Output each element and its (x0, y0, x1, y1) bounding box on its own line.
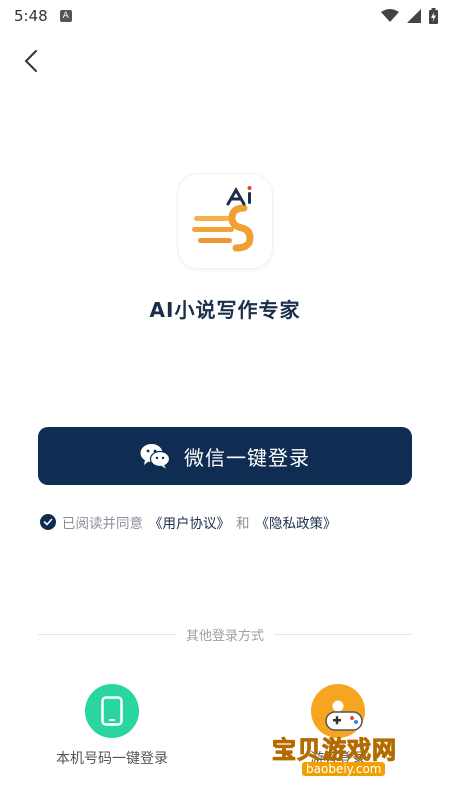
status-bar: 5:48 A (0, 0, 450, 32)
watermark-text: 宝贝游戏网 (272, 736, 397, 765)
wifi-icon (381, 9, 399, 22)
agreement-checkbox[interactable] (40, 514, 56, 530)
signal-icon (407, 9, 421, 23)
divider-line-right (274, 633, 413, 635)
battery-icon (429, 8, 438, 24)
watermark: 宝贝游戏网 baobeiy.com (272, 711, 422, 790)
wechat-login-button[interactable]: 微信一键登录 (38, 427, 412, 485)
watermark-url: baobeiy.com (302, 762, 386, 776)
status-time: 5:48 (14, 7, 48, 25)
status-left: 5:48 A (14, 7, 72, 25)
status-icons (381, 8, 438, 24)
privacy-policy-link[interactable]: 《隐私政策》 (256, 512, 337, 532)
divider-line-left (38, 633, 176, 635)
app-title: AI小说写作专家 (149, 298, 301, 322)
other-login-label: 其他登录方式 (186, 628, 265, 644)
chevron-left-icon (24, 50, 37, 72)
check-icon (43, 518, 53, 526)
notification-a-icon: A (59, 10, 72, 22)
phone-login-label: 本机号码一键登录 (56, 751, 168, 767)
wechat-icon (140, 444, 170, 469)
phone-login-icon-bg (85, 684, 139, 738)
back-button[interactable] (16, 46, 46, 76)
phone-icon (101, 696, 123, 726)
agreement-row: 已阅读并同意 《用户协议》和《隐私政策》 (40, 512, 337, 532)
agreement-and: 和 (236, 516, 250, 532)
agreement-prefix: 已阅读并同意 (62, 516, 143, 532)
phone-login-option[interactable]: 本机号码一键登录 (37, 684, 187, 768)
wechat-login-label: 微信一键登录 (184, 447, 310, 470)
app-logo-icon (192, 186, 254, 252)
user-agreement-link[interactable]: 《用户协议》 (149, 512, 230, 532)
app-logo (178, 174, 272, 268)
other-login-divider: 其他登录方式 (38, 624, 413, 644)
